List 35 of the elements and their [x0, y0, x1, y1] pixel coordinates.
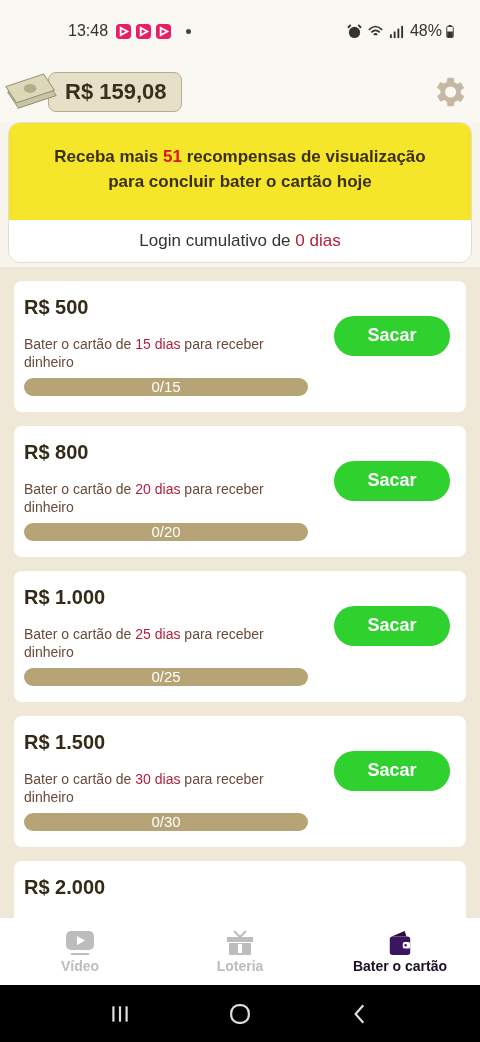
withdraw-button[interactable]: Sacar	[334, 460, 450, 501]
withdraw-button[interactable]: Sacar	[334, 750, 450, 791]
rewards-message: Receba mais 51 recompensas de visualização para concluir bater o cartão hoje	[53, 146, 427, 193]
notification-app-icon	[136, 23, 152, 39]
nav-tab[interactable]: Bater o cartão	[320, 918, 480, 985]
progress-bar: 0/20	[24, 522, 308, 541]
reward-amount: R$ 1.500	[24, 731, 107, 755]
withdraw-button[interactable]: Sacar	[334, 315, 450, 356]
notification-app-icon	[116, 23, 132, 39]
progress-bar: 0/15	[24, 377, 308, 396]
reward-description: Bater o cartão de 25 dias para receber dinheiro	[24, 625, 265, 662]
reward-amount: R$ 500	[24, 296, 90, 320]
alarm-icon	[346, 23, 362, 39]
reward-description: Bater o cartão de 30 dias para receber dinheiro	[24, 770, 265, 807]
balance-amount: R$ 159,08	[48, 72, 182, 112]
signal-icon	[388, 23, 404, 39]
reward-amount: R$ 800	[24, 441, 90, 465]
reward-amount: R$ 2.000	[24, 876, 107, 900]
notification-dot-icon	[186, 28, 192, 34]
progress-bar: 0/25	[24, 667, 308, 686]
battery-icon	[446, 24, 454, 38]
notification-app-icon	[156, 23, 172, 39]
home-icon[interactable]	[229, 1002, 251, 1025]
nav-tab[interactable]: Loteria	[160, 918, 320, 985]
withdraw-button[interactable]: Sacar	[334, 605, 450, 646]
battery-percent: 48%	[409, 22, 442, 40]
reward-description: Bater o cartão de 15 dias para receber dinheiro	[24, 335, 265, 372]
gift-icon	[225, 929, 255, 956]
login-count: Login cumulativo de 0 dias	[138, 230, 342, 253]
play-icon	[65, 929, 95, 956]
nav-tab[interactable]: Vídeo	[0, 918, 160, 985]
reward-amount: R$ 1.000	[24, 586, 107, 610]
reward-description: Bater o cartão de 20 dias para receber dinheiro	[24, 480, 265, 517]
progress-bar: 0/30	[24, 812, 308, 831]
status-time: 13:48	[68, 22, 109, 40]
